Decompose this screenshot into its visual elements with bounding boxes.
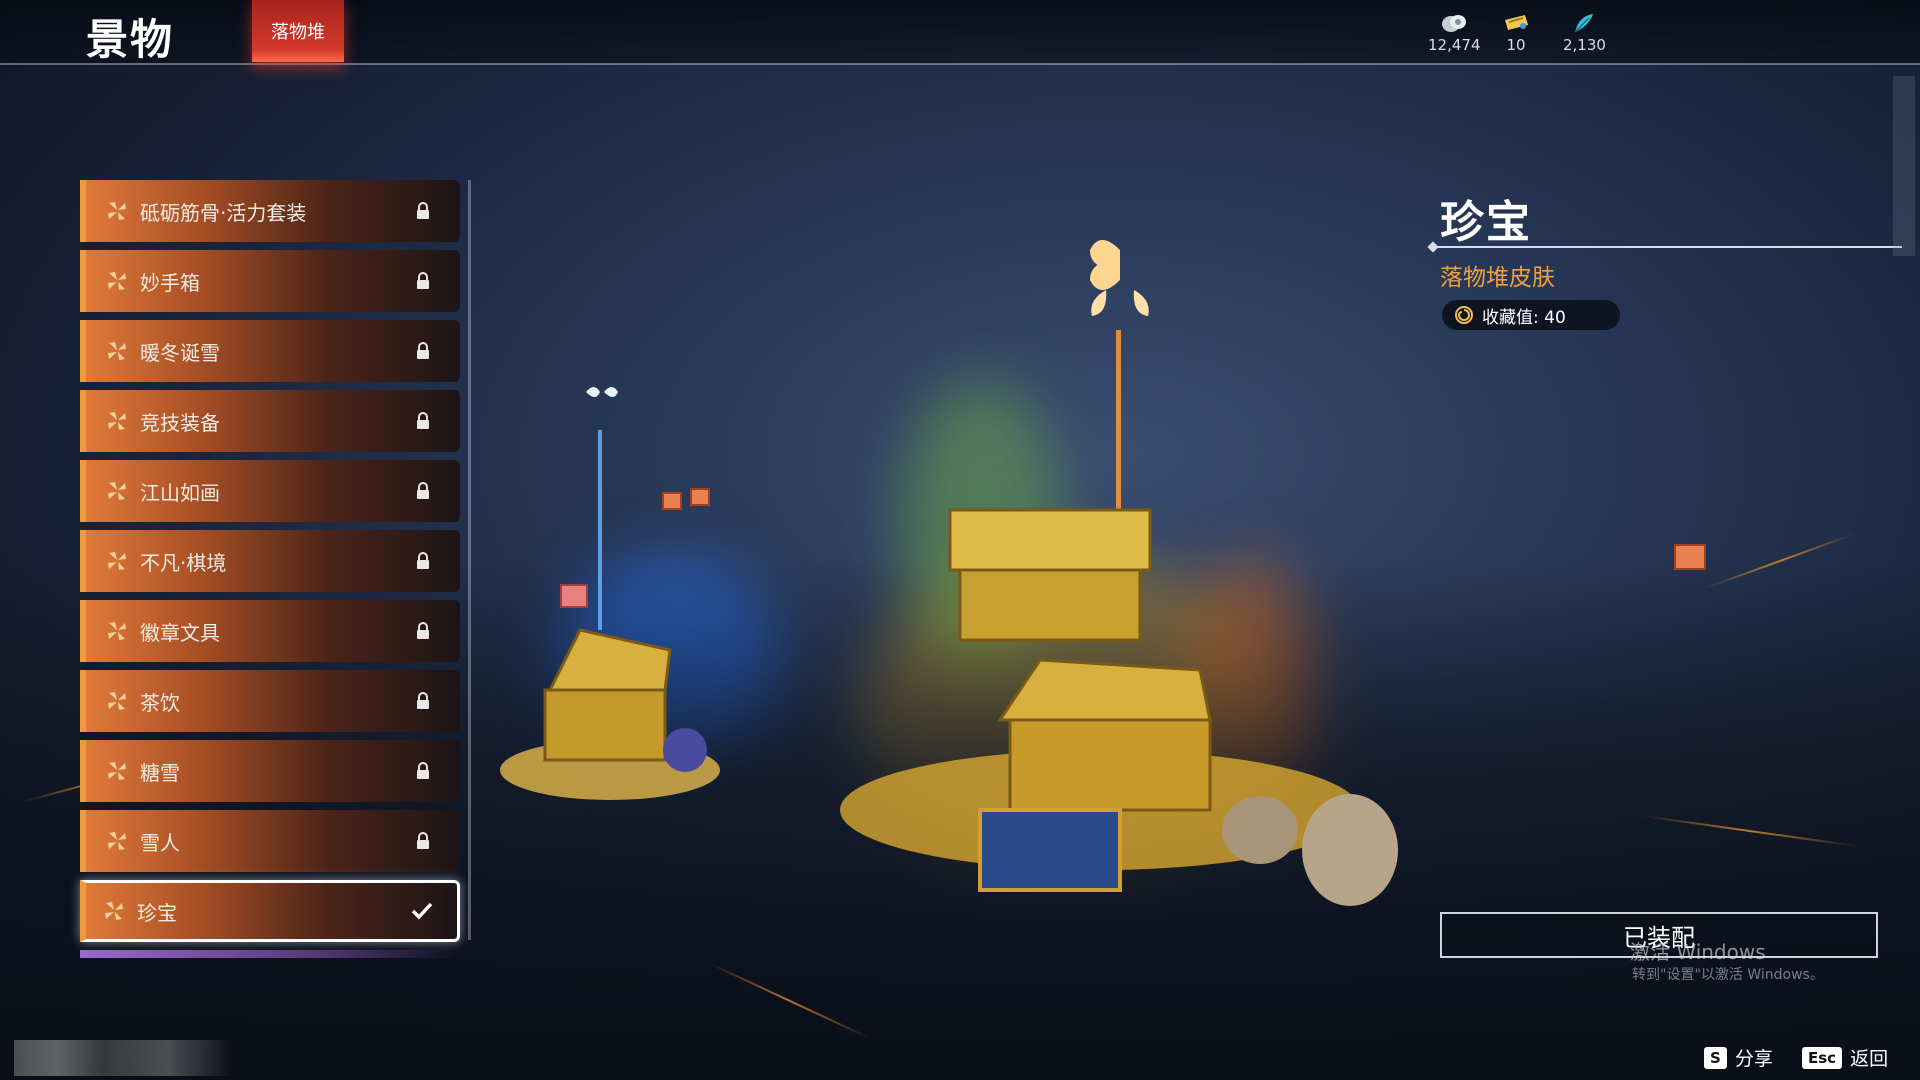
lock-icon: [417, 762, 429, 779]
currency-gold: 10: [1503, 12, 1529, 54]
list-item-label: 茶饮: [140, 690, 180, 715]
pixelated-player-id: [14, 1040, 234, 1076]
spiral-icon: [1455, 306, 1473, 324]
list-item-label: 暖冬诞雪: [140, 340, 220, 365]
lock-icon: [417, 832, 429, 849]
share-key: S: [1704, 1046, 1727, 1069]
quad-petal-icon: [105, 902, 123, 920]
lock-icon: [417, 552, 429, 569]
list-next-item-peek: [80, 950, 460, 958]
lock-icon: [417, 272, 429, 289]
lock-icon: [417, 342, 429, 359]
tab-loot-pile[interactable]: 落物堆: [252, 0, 344, 62]
list-item-9[interactable]: 雪人: [80, 810, 460, 872]
feather-icon: [1574, 14, 1594, 33]
blue-treasure-pile: [500, 387, 720, 800]
currency-silver: 12,474: [1428, 12, 1481, 54]
list-scrollbar[interactable]: [468, 180, 471, 940]
detail-divider: [1432, 246, 1902, 248]
list-item-label: 妙手箱: [140, 270, 200, 295]
right-scrollbar[interactable]: [1893, 76, 1915, 256]
lantern: [690, 488, 710, 506]
page-title: 景物: [86, 15, 175, 64]
quad-petal-icon: [108, 412, 126, 430]
checkmark-icon: [411, 902, 433, 920]
list-item-label: 珍宝: [137, 900, 177, 925]
quad-petal-icon: [108, 272, 126, 290]
currency-gold-value: 10: [1506, 36, 1526, 54]
gold-ticket-icon: [1505, 15, 1528, 30]
list-item-label: 糖雪: [140, 760, 180, 785]
list-item-8[interactable]: 糖雪: [80, 740, 460, 802]
back-key: Esc: [1802, 1046, 1843, 1069]
lock-icon: [417, 482, 429, 499]
list-item-1[interactable]: 妙手箱: [80, 250, 460, 312]
list-item-label: 徽章文具: [140, 620, 220, 645]
gold-treasure-pile: [840, 240, 1398, 906]
detail-category: 落物堆皮肤: [1440, 265, 1555, 291]
list-item-label: 竞技装备: [140, 410, 220, 435]
silver-coin-icon: [1442, 15, 1467, 32]
quad-petal-icon: [108, 762, 126, 780]
lantern: [1674, 544, 1706, 570]
collection-badge: 收藏值: 40: [1442, 300, 1620, 330]
list-item-label: 不凡·棋境: [140, 550, 227, 575]
currency-silver-value: 12,474: [1428, 36, 1481, 54]
top-divider: [0, 63, 1920, 65]
back-label: 返回: [1850, 1048, 1889, 1070]
currency-feather: 2,130: [1563, 12, 1606, 54]
list-item-7[interactable]: 茶饮: [80, 670, 460, 732]
windows-watermark-title: 激活 Windows: [1630, 940, 1766, 964]
lock-icon: [417, 622, 429, 639]
lantern: [560, 584, 588, 608]
quad-petal-icon: [108, 482, 126, 500]
detail-name: 珍宝: [1440, 197, 1532, 248]
quad-petal-icon: [108, 622, 126, 640]
quad-petal-icon: [108, 202, 126, 220]
share-hint[interactable]: S 分享: [1704, 1044, 1773, 1071]
lock-icon: [417, 202, 429, 219]
list-item-0[interactable]: 砥砺筋骨·活力套装: [80, 180, 460, 242]
quad-petal-icon: [108, 342, 126, 360]
quad-petal-icon: [108, 552, 126, 570]
list-item-label: 江山如画: [140, 480, 220, 505]
windows-watermark-subtitle: 转到"设置"以激活 Windows。: [1632, 967, 1824, 983]
list-item-4[interactable]: 江山如画: [80, 460, 460, 522]
list-item-6[interactable]: 徽章文具: [80, 600, 460, 662]
list-item-3[interactable]: 竞技装备: [80, 390, 460, 452]
quad-petal-icon: [108, 692, 126, 710]
lock-icon: [417, 412, 429, 429]
list-item-2[interactable]: 暖冬诞雪: [80, 320, 460, 382]
lock-icon: [417, 692, 429, 709]
currency-feather-value: 2,130: [1563, 36, 1606, 54]
collection-value: 收藏值: 40: [1482, 307, 1566, 328]
back-hint[interactable]: Esc 返回: [1802, 1044, 1888, 1071]
list-item-5[interactable]: 不凡·棋境: [80, 530, 460, 592]
lantern: [662, 492, 682, 510]
quad-petal-icon: [108, 832, 126, 850]
share-label: 分享: [1734, 1048, 1773, 1070]
list-item-10-selected[interactable]: 珍宝: [80, 880, 460, 942]
list-item-label: 砥砺筋骨·活力套装: [140, 200, 307, 225]
list-item-label: 雪人: [140, 830, 180, 855]
